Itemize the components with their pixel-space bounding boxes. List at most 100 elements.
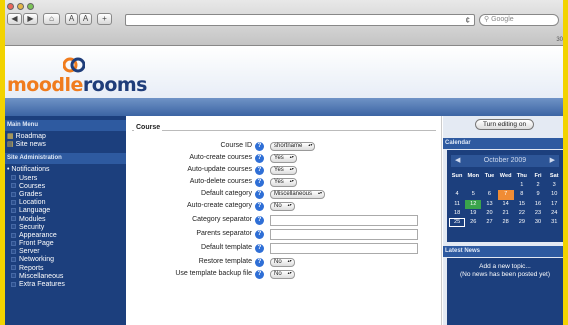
- calendar-day[interactable]: 20: [481, 209, 497, 218]
- calendar-day[interactable]: 29: [514, 218, 530, 227]
- admin-item-modules[interactable]: Modules: [5, 216, 126, 224]
- add-new-topic-link[interactable]: Add a new topic...: [447, 263, 563, 271]
- calendar-day[interactable]: 4: [449, 190, 465, 199]
- reload-icon[interactable]: ¢: [466, 16, 470, 25]
- text-larger-button[interactable]: A: [79, 13, 92, 25]
- calendar-day[interactable]: 18: [449, 209, 465, 218]
- calendar-day[interactable]: 24: [546, 209, 562, 218]
- admin-item-notifications[interactable]: • Notifications: [5, 166, 126, 174]
- calendar-day[interactable]: 16: [530, 200, 546, 209]
- calendar-day[interactable]: 2: [530, 181, 546, 190]
- close-window-icon[interactable]: [7, 3, 14, 10]
- calendar-day[interactable]: 17: [546, 200, 562, 209]
- folder-icon: [11, 273, 16, 279]
- default-template-input[interactable]: [270, 243, 418, 254]
- back-button[interactable]: ◀: [7, 13, 22, 25]
- admin-item-extra-features[interactable]: Extra Features: [5, 281, 126, 289]
- calendar-day[interactable]: 19: [465, 209, 481, 218]
- admin-item-grades[interactable]: Grades: [5, 191, 126, 199]
- auto-delete-courses-select[interactable]: Yes: [270, 178, 297, 187]
- category-separator-input[interactable]: [270, 215, 418, 226]
- help-icon[interactable]: ?: [255, 202, 264, 211]
- help-icon[interactable]: ?: [255, 142, 264, 151]
- calendar-day[interactable]: 10: [546, 190, 562, 199]
- calendar-day[interactable]: 31: [546, 218, 562, 227]
- calendar-day[interactable]: 9: [530, 190, 546, 199]
- admin-item-reports[interactable]: Reports: [5, 265, 126, 273]
- field-label: Auto-update courses: [187, 166, 252, 173]
- calendar-day[interactable]: 14: [498, 200, 514, 209]
- folder-icon: [11, 175, 16, 181]
- logo-text-rooms: rooms: [82, 74, 148, 96]
- admin-item-front-page[interactable]: Front Page: [5, 240, 126, 248]
- calendar-day[interactable]: 27: [481, 218, 497, 227]
- calendar-day[interactable]: 30: [530, 218, 546, 227]
- zoom-window-icon[interactable]: [27, 3, 34, 10]
- admin-item-miscellaneous[interactable]: Miscellaneous: [5, 273, 126, 281]
- calendar-day[interactable]: 28: [498, 218, 514, 227]
- calendar-day[interactable]: 25: [449, 217, 466, 228]
- site-admin-list: • Notifications Users Courses Grades Loc…: [5, 164, 126, 289]
- calendar-day[interactable]: 13: [481, 200, 497, 209]
- use-template-backup-file-select[interactable]: No: [270, 270, 295, 279]
- previous-month-icon[interactable]: ◀: [455, 155, 460, 167]
- auto-create-category-select[interactable]: No: [270, 202, 295, 211]
- help-icon[interactable]: ?: [255, 270, 264, 279]
- weekday-label: Tue: [484, 173, 495, 179]
- admin-item-security[interactable]: Security: [5, 224, 126, 232]
- admin-item-location[interactable]: Location: [5, 199, 126, 207]
- help-icon[interactable]: ?: [255, 166, 264, 175]
- calendar-day[interactable]: 26: [465, 218, 481, 227]
- admin-item-appearance[interactable]: Appearance: [5, 232, 126, 240]
- calendar-day[interactable]: 3: [546, 181, 562, 190]
- calendar-day[interactable]: 8: [514, 190, 530, 199]
- home-button[interactable]: ⌂: [43, 13, 60, 25]
- moodlerooms-logo[interactable]: moodlerooms: [7, 56, 148, 100]
- calendar-day[interactable]: 1: [514, 181, 530, 190]
- help-icon[interactable]: ?: [255, 190, 264, 199]
- admin-item-language[interactable]: Language: [5, 207, 126, 215]
- calendar-day[interactable]: 11: [449, 200, 465, 209]
- admin-item-networking[interactable]: Networking: [5, 256, 126, 264]
- auto-create-courses-select[interactable]: Yes: [270, 154, 297, 163]
- calendar-day[interactable]: 22: [514, 209, 530, 218]
- help-icon[interactable]: ?: [255, 178, 264, 187]
- minimize-window-icon[interactable]: [17, 3, 24, 10]
- default-category-select[interactable]: Miscellaneous: [270, 190, 326, 199]
- logo-text-moodle: moodle: [7, 74, 83, 96]
- calendar-day[interactable]: 6: [481, 190, 497, 199]
- help-icon[interactable]: ?: [255, 216, 264, 225]
- help-icon[interactable]: ?: [255, 230, 264, 239]
- calendar-day[interactable]: 23: [530, 209, 546, 218]
- turn-editing-on-button[interactable]: Turn editing on: [475, 119, 534, 130]
- calendar-month-label[interactable]: October 2009: [484, 157, 526, 164]
- course-id-select[interactable]: shortname: [270, 142, 316, 151]
- calendar-day[interactable]: 12: [465, 199, 482, 209]
- weekday-label: Sun: [451, 173, 463, 179]
- auto-update-courses-select[interactable]: Yes: [270, 166, 297, 175]
- admin-item-users[interactable]: Users: [5, 175, 126, 183]
- calendar-day[interactable]: 21: [498, 209, 514, 218]
- help-icon[interactable]: ?: [255, 258, 264, 267]
- admin-item-label: Location: [19, 199, 46, 207]
- help-icon[interactable]: ?: [255, 244, 264, 253]
- forward-button[interactable]: ▶: [23, 13, 38, 25]
- calendar-day[interactable]: 7: [497, 190, 514, 200]
- text-smaller-button[interactable]: A: [65, 13, 78, 25]
- field-label: Parents separator: [196, 230, 252, 237]
- add-bookmark-button[interactable]: +: [97, 13, 112, 25]
- restore-template-select[interactable]: No: [270, 258, 295, 267]
- admin-item-courses[interactable]: Courses: [5, 183, 126, 191]
- weekday-label: Mon: [467, 173, 480, 179]
- menu-item-roadmap[interactable]: ▦ Roadmap: [5, 133, 126, 141]
- calendar-day[interactable]: 15: [514, 200, 530, 209]
- search-field[interactable]: ⚲ Google: [479, 14, 559, 26]
- next-month-icon[interactable]: ▶: [550, 155, 555, 167]
- parents-separator-input[interactable]: [270, 229, 418, 240]
- menu-item-site-news[interactable]: ▤ Site news: [5, 141, 126, 149]
- field-label: Auto-create courses: [189, 154, 252, 161]
- help-icon[interactable]: ?: [255, 154, 264, 163]
- address-bar[interactable]: ¢: [125, 14, 475, 26]
- admin-item-server[interactable]: Server: [5, 248, 126, 256]
- calendar-day[interactable]: 5: [465, 190, 481, 199]
